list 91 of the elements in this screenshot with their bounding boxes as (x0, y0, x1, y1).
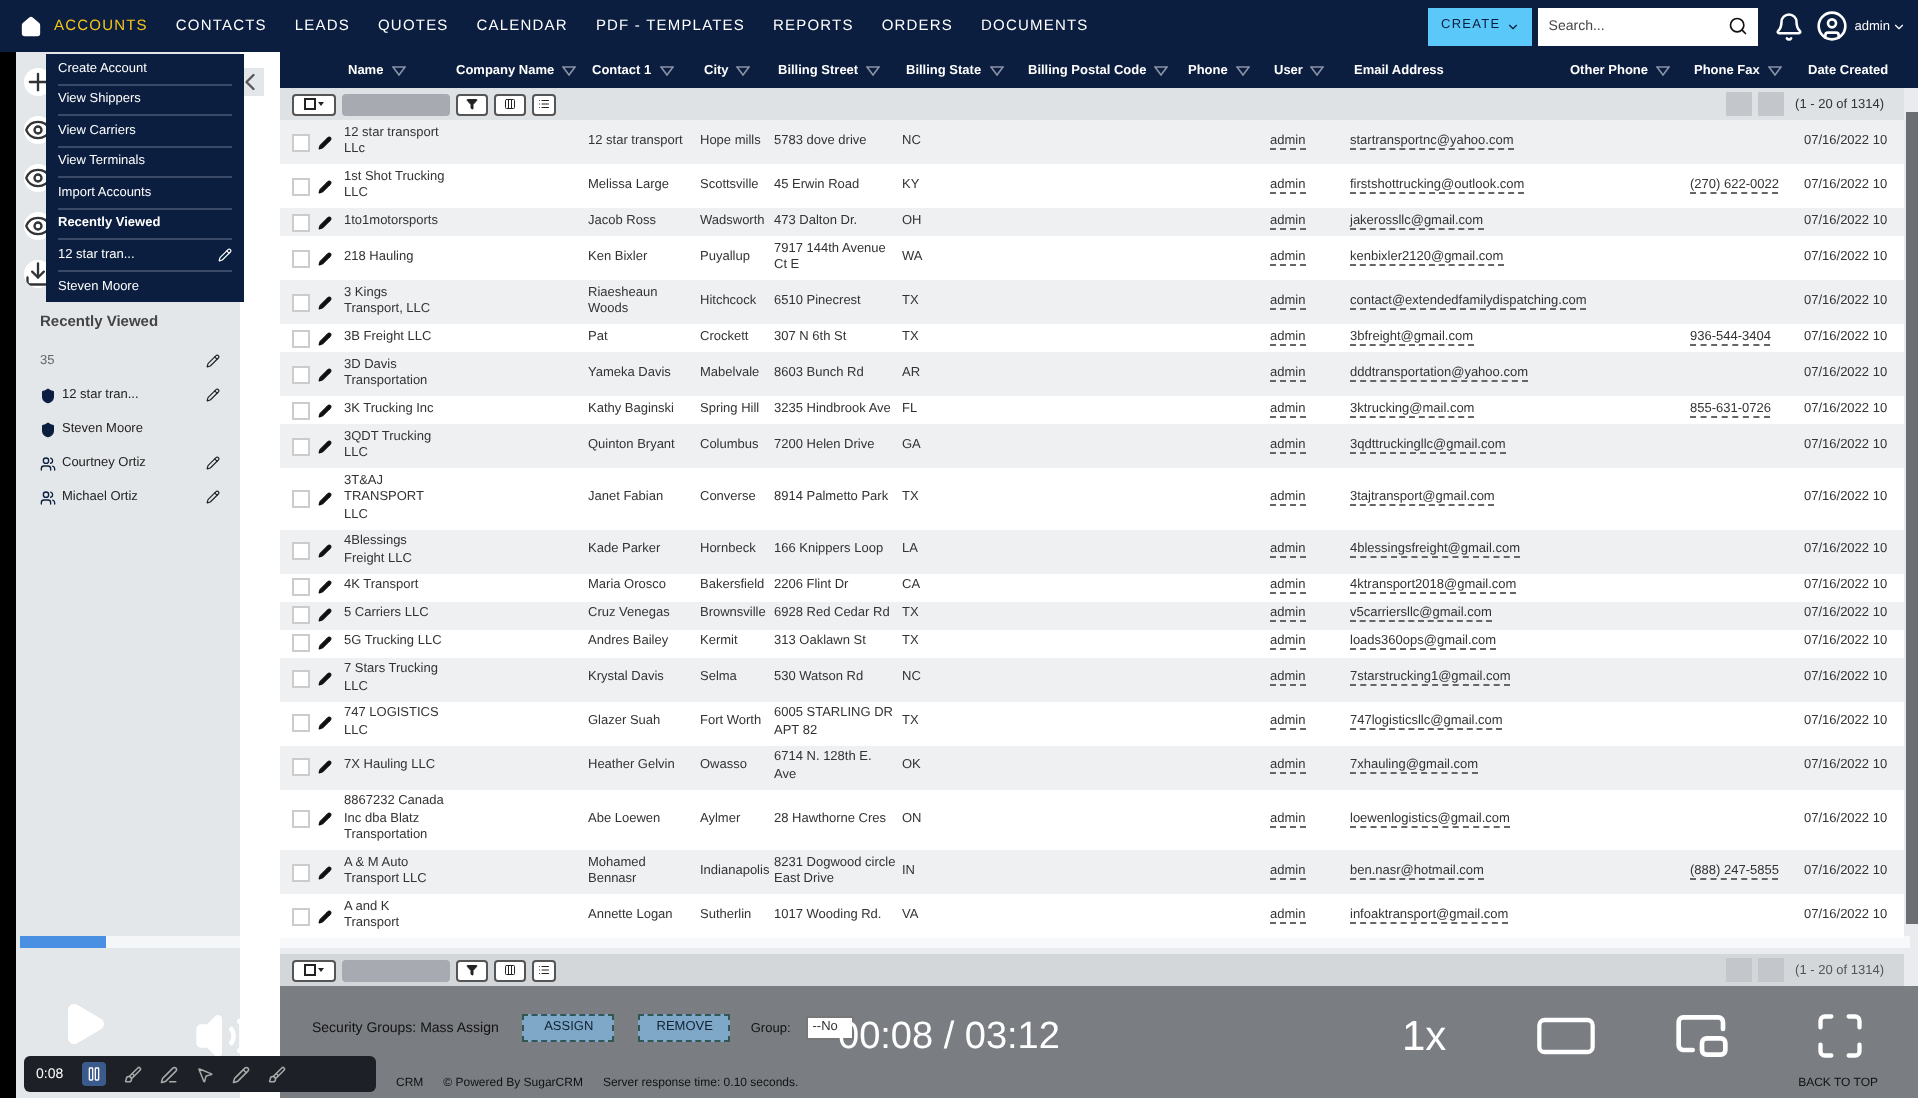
row-checkbox[interactable] (292, 213, 310, 231)
pencil-icon[interactable] (318, 716, 332, 730)
filter-icon (466, 98, 478, 110)
filter-icon[interactable] (1656, 65, 1671, 75)
row-checkbox[interactable] (292, 578, 310, 596)
filter-icon[interactable] (1235, 65, 1250, 75)
row-checkbox[interactable] (292, 293, 310, 311)
pencil-icon[interactable] (318, 295, 332, 309)
pencil-icon[interactable] (318, 544, 332, 558)
search-icon[interactable] (1728, 15, 1749, 35)
filter-button[interactable] (456, 93, 488, 115)
row-checkbox[interactable] (292, 401, 310, 419)
scrollbar[interactable] (1906, 112, 1918, 924)
pencil-icon[interactable] (318, 135, 332, 149)
row-checkbox[interactable] (292, 437, 310, 455)
pencil-icon[interactable] (318, 672, 332, 686)
list-icon (538, 964, 550, 976)
filter-icon[interactable] (391, 65, 406, 75)
row-checkbox[interactable] (292, 670, 310, 688)
home-icon[interactable] (20, 15, 42, 37)
row-checkbox[interactable] (292, 758, 310, 776)
caret-icon (1506, 19, 1521, 33)
filter-icon[interactable] (1310, 65, 1325, 75)
people-icon (40, 455, 56, 471)
pencil-icon[interactable] (318, 367, 332, 381)
filter-icon[interactable] (866, 65, 881, 75)
pencil-icon[interactable] (318, 760, 332, 774)
select-dropdown[interactable] (292, 93, 336, 115)
pencil-icon[interactable] (206, 388, 220, 402)
row-checkbox[interactable] (292, 365, 310, 383)
pencil-icon[interactable] (318, 909, 332, 923)
filter-icon (466, 964, 478, 976)
filter-icon[interactable] (989, 65, 1004, 75)
people-icon (40, 489, 56, 505)
pencil-icon[interactable] (318, 215, 332, 229)
row-checkbox[interactable] (292, 907, 310, 925)
row-checkbox[interactable] (292, 634, 310, 652)
pencil-icon[interactable] (206, 490, 220, 504)
pencil-icon[interactable] (318, 608, 332, 622)
pencil-icon[interactable] (318, 636, 332, 650)
caret-icon[interactable] (1892, 19, 1906, 33)
filter-icon[interactable] (1767, 65, 1782, 75)
pencil-icon[interactable] (318, 439, 332, 453)
row-checkbox[interactable] (292, 542, 310, 560)
select-dropdown[interactable] (292, 959, 336, 981)
row-checkbox[interactable] (292, 714, 310, 732)
columns-icon (504, 98, 516, 110)
row-checkbox[interactable] (292, 177, 310, 195)
notification-icon[interactable] (1774, 11, 1805, 41)
user-avatar-icon[interactable] (1816, 10, 1849, 42)
filter-icon[interactable] (562, 65, 577, 75)
row-checkbox[interactable] (292, 810, 310, 829)
checkbox-caret-icon (304, 98, 324, 110)
checkbox-caret-icon (304, 964, 324, 976)
pause-button[interactable] (81, 1062, 106, 1086)
row-checkbox[interactable] (292, 863, 310, 881)
pencil-icon[interactable] (231, 1065, 250, 1083)
columns-button[interactable] (494, 93, 526, 115)
pencil-icon[interactable] (206, 354, 220, 368)
pencil-icon[interactable] (206, 456, 220, 470)
pencil-icon[interactable] (318, 251, 332, 265)
pencil-icon[interactable] (318, 331, 332, 345)
brush-icon[interactable] (267, 1065, 286, 1083)
list-view-button[interactable] (532, 959, 556, 981)
row-checkbox[interactable] (292, 329, 310, 347)
filter-icon[interactable] (1154, 65, 1169, 75)
columns-button[interactable] (494, 959, 526, 981)
shield-icon (40, 421, 56, 437)
playback-speed[interactable]: 1x (1402, 1012, 1447, 1064)
brush-icon[interactable] (123, 1065, 142, 1083)
pencil-icon[interactable] (318, 179, 332, 193)
pencil-icon[interactable] (318, 580, 332, 594)
pointer-icon[interactable] (195, 1065, 214, 1083)
row-checkbox[interactable] (292, 249, 310, 267)
filter-icon[interactable] (659, 65, 674, 75)
shield-icon (40, 387, 56, 403)
columns-icon (504, 964, 516, 976)
list-view-button[interactable] (532, 93, 556, 115)
pen-icon[interactable] (159, 1065, 178, 1083)
list-icon (538, 98, 550, 110)
fullscreen-icon[interactable] (1814, 1010, 1866, 1062)
row-checkbox[interactable] (292, 489, 310, 508)
pencil-icon[interactable] (318, 812, 332, 827)
filter-button[interactable] (456, 959, 488, 981)
row-checkbox[interactable] (292, 133, 310, 151)
pencil-icon[interactable] (318, 865, 332, 879)
progress-track[interactable] (20, 936, 1910, 948)
pencil-icon[interactable] (318, 491, 332, 506)
row-checkbox[interactable] (292, 606, 310, 624)
pencil-icon[interactable] (318, 403, 332, 417)
filter-icon[interactable] (736, 65, 751, 75)
